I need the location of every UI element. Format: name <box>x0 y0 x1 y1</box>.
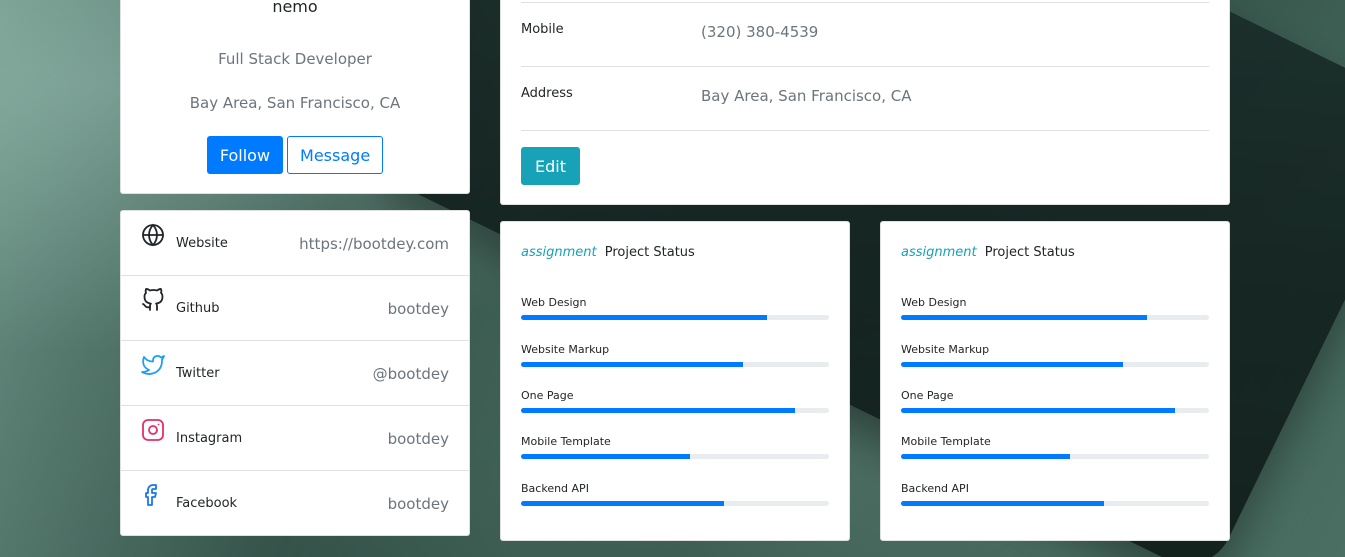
social-row-website[interactable]: Website https://bootdey.com <box>121 211 469 276</box>
project-status-title: Project Status <box>604 245 695 260</box>
progress-label: Website Markup <box>521 343 610 356</box>
twitter-icon <box>141 355 165 375</box>
progress-item: Backend API <box>901 482 1209 506</box>
social-row-facebook[interactable]: Facebook bootdey <box>121 471 469 536</box>
profile-actions: Follow Message <box>121 136 469 174</box>
globe-icon <box>142 223 164 247</box>
progress-bar <box>521 501 829 506</box>
detail-row-mobile: Mobile (320) 380-4539 <box>521 21 1209 85</box>
progress-item: Backend API <box>521 482 829 506</box>
progress-bar <box>901 454 1209 459</box>
project-status-header: assignment Project Status <box>901 245 1075 260</box>
facebook-icon <box>145 484 157 506</box>
progress-bar <box>521 408 829 413</box>
progress-label: Backend API <box>521 482 589 495</box>
progress-label: One Page <box>521 389 574 402</box>
social-label: Instagram <box>176 431 243 446</box>
progress-bar <box>901 315 1209 320</box>
social-value: https://bootdey.com <box>299 235 449 253</box>
detail-label: Address <box>521 86 573 101</box>
social-value: bootdey <box>387 300 449 318</box>
progress-item: One Page <box>901 389 1209 413</box>
project-status-card: assignment Project Status Web Design Web… <box>500 221 850 541</box>
progress-label: Web Design <box>521 296 587 309</box>
progress-fill <box>901 362 1123 367</box>
progress-fill <box>521 501 725 506</box>
divider <box>521 130 1209 131</box>
profile-role: Full Stack Developer <box>218 50 372 68</box>
progress-fill <box>901 408 1176 413</box>
social-label: Website <box>176 236 228 251</box>
social-value: bootdey <box>387 495 449 513</box>
social-label: Github <box>176 301 220 316</box>
message-button[interactable]: Message <box>287 136 384 174</box>
progress-bar <box>521 362 829 367</box>
project-status-header: assignment Project Status <box>521 245 695 260</box>
progress-item: Website Markup <box>901 343 1209 367</box>
progress-item: Web Design <box>521 296 829 320</box>
assignment-tag: assignment <box>901 245 977 260</box>
progress-fill <box>521 362 743 367</box>
profile-card: nemo Full Stack Developer Bay Area, San … <box>120 0 470 194</box>
progress-item: Website Markup <box>521 343 829 367</box>
progress-bar <box>901 408 1209 413</box>
project-status-card: assignment Project Status Web Design Web… <box>880 221 1230 541</box>
detail-row-address: Address Bay Area, San Francisco, CA <box>521 85 1209 149</box>
follow-button[interactable]: Follow <box>206 136 284 174</box>
social-value: bootdey <box>387 430 449 448</box>
progress-bar <box>521 454 829 459</box>
progress-label: Web Design <box>901 296 967 309</box>
progress-fill <box>521 315 768 320</box>
social-row-twitter[interactable]: Twitter @bootdey <box>121 341 469 406</box>
social-row-instagram[interactable]: Instagram bootdey <box>121 406 469 471</box>
progress-label: Website Markup <box>901 343 990 356</box>
divider <box>521 66 1209 67</box>
social-label: Facebook <box>176 496 238 511</box>
progress-label: Mobile Template <box>521 435 611 448</box>
progress-bar <box>901 362 1209 367</box>
progress-fill <box>521 408 796 413</box>
social-label: Twitter <box>176 366 220 381</box>
detail-value: (320) 380-4539 <box>701 23 819 41</box>
profile-location: Bay Area, San Francisco, CA <box>189 94 401 112</box>
progress-label: Backend API <box>901 482 969 495</box>
social-value: @bootdey <box>372 365 449 383</box>
edit-button[interactable]: Edit <box>521 147 580 185</box>
assignment-tag: assignment <box>521 245 597 260</box>
progress-label: One Page <box>901 389 954 402</box>
progress-item: Mobile Template <box>521 435 829 459</box>
detail-label: Mobile <box>521 22 564 37</box>
profile-details-card: Mobile (320) 380-4539 Address Bay Area, … <box>500 0 1230 205</box>
progress-item: Web Design <box>901 296 1209 320</box>
progress-fill <box>901 315 1148 320</box>
progress-bar <box>901 501 1209 506</box>
progress-bar <box>521 315 829 320</box>
progress-item: One Page <box>521 389 829 413</box>
progress-fill <box>901 501 1105 506</box>
progress-label: Mobile Template <box>901 435 991 448</box>
profile-name: nemo <box>272 0 318 16</box>
project-status-title: Project Status <box>984 245 1075 260</box>
progress-fill <box>521 454 691 459</box>
detail-value: Bay Area, San Francisco, CA <box>701 87 912 105</box>
instagram-icon <box>142 419 164 441</box>
divider <box>521 2 1209 3</box>
social-row-github[interactable]: Github bootdey <box>121 276 469 341</box>
progress-fill <box>901 454 1071 459</box>
progress-item: Mobile Template <box>901 435 1209 459</box>
github-icon <box>142 288 164 311</box>
social-links-card: Website https://bootdey.com Github bootd… <box>120 210 470 536</box>
